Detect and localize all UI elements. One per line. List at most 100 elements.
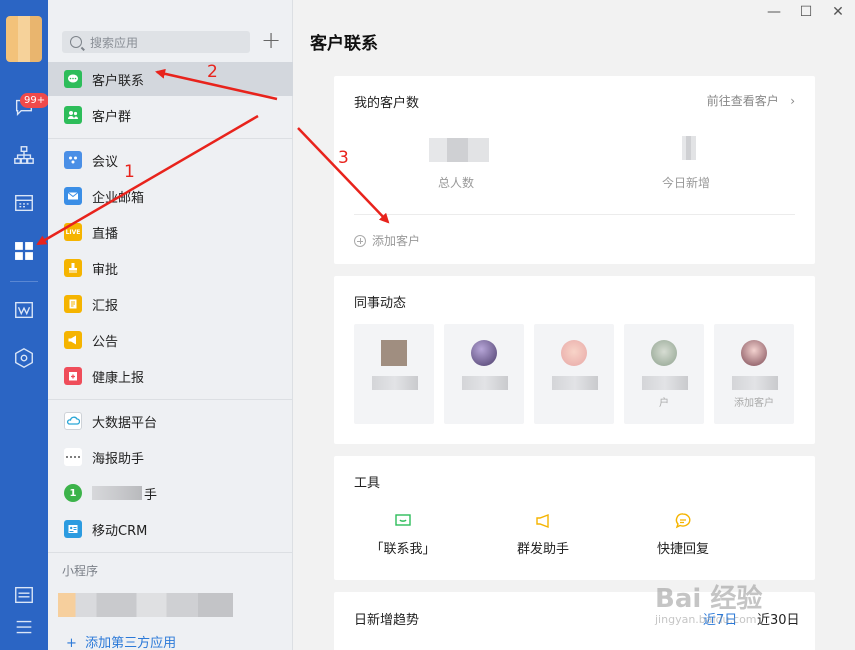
tool-label: 快捷回复	[656, 542, 709, 557]
add-customer-button[interactable]: 添加客户	[354, 232, 420, 249]
app-item-big-data[interactable]: 大数据平台	[48, 404, 293, 438]
minimize-icon[interactable]: —	[766, 4, 782, 20]
annotation-2: 2	[207, 62, 218, 82]
app-item-label: 手	[144, 487, 158, 503]
calendar-icon[interactable]	[12, 191, 36, 215]
card-divider	[354, 214, 795, 215]
org-chart-icon[interactable]	[12, 143, 36, 167]
contact-card-icon	[395, 514, 411, 526]
colleague-card[interactable]: 添加客户	[714, 324, 794, 424]
card-title: 我的客户数	[354, 96, 420, 111]
add-customer-label: 添加客户	[372, 234, 421, 248]
doc-icon[interactable]	[12, 298, 36, 322]
avatar[interactable]	[6, 16, 42, 62]
cube-icon[interactable]	[12, 346, 36, 370]
app-item-poster[interactable]: 海报助手	[48, 440, 293, 474]
divider	[48, 399, 293, 400]
app-item-label: 审批	[92, 262, 119, 278]
avatar	[741, 340, 767, 366]
blurred-name	[732, 376, 778, 390]
quick-reply-icon	[675, 513, 691, 529]
blurred-name	[552, 376, 598, 390]
chat-bubble-icon	[64, 70, 82, 88]
total-label: 总人数	[438, 176, 475, 190]
avatar	[381, 340, 407, 366]
mass-send-tool[interactable]: 群发助手	[498, 512, 588, 557]
page-title: 客户联系	[310, 34, 378, 54]
add-button[interactable]: +	[260, 28, 282, 52]
quick-reply-tool[interactable]: 快捷回复	[638, 512, 728, 557]
settings-sliders-icon[interactable]	[12, 583, 36, 607]
blurred-mini-program[interactable]	[58, 593, 233, 617]
app-item-crm[interactable]: 移动CRM	[48, 512, 293, 546]
app-item-label: 会议	[92, 154, 119, 170]
mini-program-title: 小程序	[62, 564, 99, 578]
menu-icon[interactable]	[12, 615, 36, 639]
app-item-announcement[interactable]: 公告	[48, 323, 293, 357]
cloud-icon	[64, 412, 82, 430]
rail-divider	[10, 281, 38, 282]
app-item-live[interactable]: LIVE 直播	[48, 215, 293, 249]
circle-plus-icon	[354, 234, 366, 247]
app-icon: 1	[64, 484, 82, 502]
left-rail: 99+	[0, 0, 50, 650]
divider	[48, 552, 293, 553]
colleague-card[interactable]	[444, 324, 524, 424]
search-placeholder: 搜索应用	[90, 35, 139, 50]
unread-badge: 99+	[20, 93, 50, 108]
total-count-value	[429, 138, 489, 162]
app-item-customer-group[interactable]: 客户群	[48, 98, 293, 132]
search-input[interactable]: 搜索应用	[62, 31, 250, 53]
app-item-mail[interactable]: 企业邮箱	[48, 179, 293, 213]
app-item-label: 公告	[92, 334, 119, 350]
main-content: — ☐ ✕ 客户联系 我的客户数 前往查看客户 › 总人数 今日新增 添加客户 …	[294, 0, 855, 650]
colleague-card[interactable]	[354, 324, 434, 424]
add-third-party-app-link[interactable]: + 添加第三方应用	[66, 632, 176, 650]
today-new-label: 今日新增	[662, 176, 711, 190]
apps-grid-icon[interactable]	[12, 239, 36, 263]
app-item-label: 直播	[92, 226, 119, 242]
app-item-customer-contact[interactable]: 客户联系	[48, 62, 293, 96]
today-new-value	[682, 136, 696, 160]
app-item-label: 汇报	[92, 298, 119, 314]
colleague-sub: 户	[659, 398, 669, 409]
search-icon	[70, 36, 82, 48]
tool-label: 「联系我」	[370, 542, 436, 557]
blurred-label	[92, 486, 142, 500]
plus-icon: +	[66, 636, 86, 650]
colleague-card[interactable]	[534, 324, 614, 424]
watermark-sub: jingyan.baidu.com	[655, 613, 757, 626]
maximize-icon[interactable]: ☐	[798, 4, 814, 20]
blurred-name	[372, 376, 418, 390]
app-item-approval[interactable]: 审批	[48, 251, 293, 285]
crm-icon	[64, 520, 82, 538]
app-item-meeting[interactable]: 会议	[48, 143, 293, 177]
view-customers-label: 前往查看客户	[706, 94, 779, 108]
mail-icon	[64, 187, 82, 205]
avatar	[651, 340, 677, 366]
stamp-icon	[64, 259, 82, 277]
colleague-sub: 添加客户	[734, 398, 774, 409]
app-item-report[interactable]: 汇报	[48, 287, 293, 321]
contact-me-tool[interactable]: 「联系我」	[358, 512, 448, 557]
app-item-label: 企业邮箱	[92, 190, 145, 206]
annotation-3: 3	[338, 148, 349, 168]
card-title: 日新增趋势	[354, 613, 420, 628]
group-icon	[64, 106, 82, 124]
poster-icon	[64, 448, 82, 466]
app-list-panel: 搜索应用 + 客户联系 客户群 会议 企业邮箱 LIVE 直播 审批 汇报 公告…	[48, 0, 293, 650]
annotation-1: 1	[124, 162, 135, 182]
blurred-name	[462, 376, 508, 390]
colleague-card[interactable]: 户	[624, 324, 704, 424]
health-icon	[64, 367, 82, 385]
app-item-assistant[interactable]: 1 手	[48, 476, 293, 510]
app-item-label: 客户群	[92, 109, 132, 125]
view-customers-link[interactable]: 前往查看客户 ›	[707, 92, 795, 109]
chevron-right-icon: ›	[782, 94, 795, 108]
close-icon[interactable]: ✕	[830, 4, 846, 20]
card-title: 同事动态	[354, 296, 407, 311]
card-title: 工具	[354, 476, 381, 491]
app-item-label: 健康上报	[92, 370, 145, 386]
divider	[48, 138, 293, 139]
app-item-health-report[interactable]: 健康上报	[48, 359, 293, 393]
